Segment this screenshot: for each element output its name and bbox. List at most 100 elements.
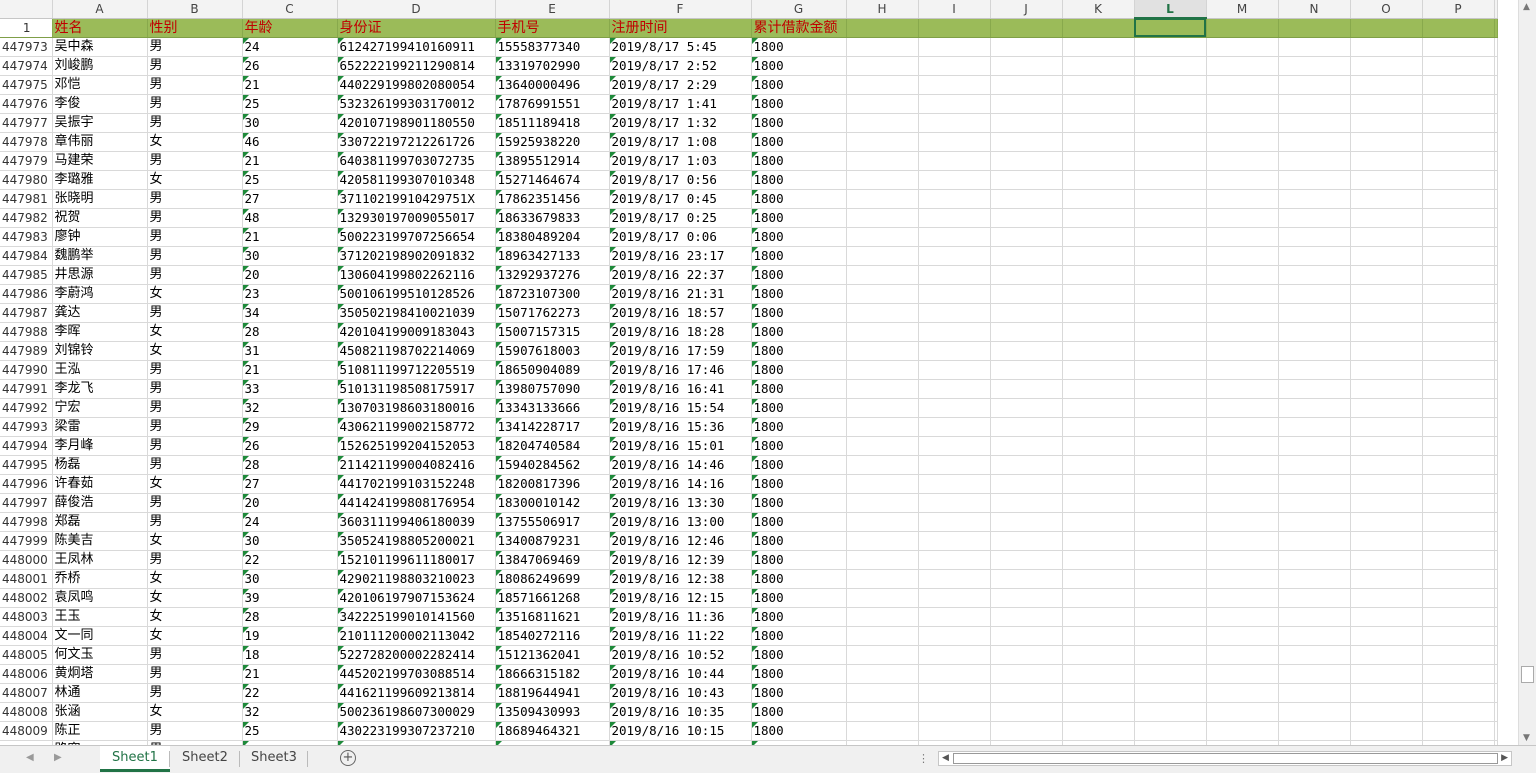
- cell[interactable]: 18963427133: [495, 246, 610, 266]
- cell-empty[interactable]: [1278, 569, 1351, 589]
- cell-empty[interactable]: [1278, 645, 1351, 665]
- cell-empty[interactable]: [846, 94, 919, 114]
- cell-empty[interactable]: [1350, 113, 1423, 133]
- cell[interactable]: 18633679833: [495, 208, 610, 228]
- cell[interactable]: 441424199808176954: [337, 493, 496, 513]
- cell[interactable]: 15071762273: [495, 303, 610, 323]
- cell-empty[interactable]: [1062, 721, 1135, 741]
- cell-empty[interactable]: [1278, 132, 1351, 152]
- cell-empty[interactable]: [1062, 227, 1135, 247]
- cell[interactable]: 420104199009183043: [337, 322, 496, 342]
- cell-empty[interactable]: [918, 113, 991, 133]
- cell[interactable]: 男: [147, 303, 243, 323]
- cell[interactable]: 1800: [751, 569, 847, 589]
- cell-empty[interactable]: [990, 588, 1063, 608]
- cell-empty[interactable]: [1134, 512, 1207, 532]
- row-number[interactable]: 447989: [0, 341, 53, 361]
- cell-empty[interactable]: [918, 189, 991, 209]
- cell-empty[interactable]: [1422, 512, 1495, 532]
- cell-empty[interactable]: [918, 607, 991, 627]
- cell-empty[interactable]: [1422, 531, 1495, 551]
- cell[interactable]: 33: [242, 379, 338, 399]
- cell[interactable]: 1800: [751, 208, 847, 228]
- cell[interactable]: 王玉: [52, 607, 148, 627]
- cell-empty[interactable]: [1278, 436, 1351, 456]
- cell-empty[interactable]: [1134, 56, 1207, 76]
- cell-empty[interactable]: [990, 398, 1063, 418]
- cell[interactable]: 420581199307010348: [337, 170, 496, 190]
- header-cell-empty[interactable]: [1278, 18, 1351, 38]
- cell[interactable]: 男: [147, 721, 243, 741]
- cell-empty[interactable]: [1350, 56, 1423, 76]
- cell[interactable]: 2019/8/17 0:56: [609, 170, 752, 190]
- cell-empty[interactable]: [1494, 303, 1498, 323]
- cell[interactable]: 21: [242, 227, 338, 247]
- cell-empty[interactable]: [1206, 94, 1279, 114]
- cell[interactable]: 17862351456: [495, 189, 610, 209]
- cell-empty[interactable]: [1350, 75, 1423, 95]
- cell-empty[interactable]: [1134, 550, 1207, 570]
- cell-empty[interactable]: [1350, 132, 1423, 152]
- cell-empty[interactable]: [918, 322, 991, 342]
- cell[interactable]: 132930197009055017: [337, 208, 496, 228]
- cell[interactable]: 2019/8/17 2:29: [609, 75, 752, 95]
- cell-empty[interactable]: [990, 322, 1063, 342]
- header-cell[interactable]: 身份证: [337, 18, 496, 38]
- cell-empty[interactable]: [1206, 550, 1279, 570]
- cell-empty[interactable]: [918, 398, 991, 418]
- cell-empty[interactable]: [1350, 436, 1423, 456]
- cell-empty[interactable]: [1494, 550, 1498, 570]
- cell-empty[interactable]: [1350, 550, 1423, 570]
- row-number[interactable]: 447975: [0, 75, 53, 95]
- cell-empty[interactable]: [1062, 607, 1135, 627]
- cell-empty[interactable]: [1278, 607, 1351, 627]
- cell-empty[interactable]: [1350, 208, 1423, 228]
- cell-empty[interactable]: [1278, 531, 1351, 551]
- cell-empty[interactable]: [990, 569, 1063, 589]
- cell-empty[interactable]: [1206, 189, 1279, 209]
- cell[interactable]: 2019/8/16 14:16: [609, 474, 752, 494]
- cell[interactable]: 女: [147, 170, 243, 190]
- cell-empty[interactable]: [1134, 170, 1207, 190]
- cell-empty[interactable]: [1494, 664, 1498, 684]
- cell-empty[interactable]: [1278, 626, 1351, 646]
- cell-empty[interactable]: [1206, 284, 1279, 304]
- cell[interactable]: 吴中森: [52, 37, 148, 57]
- cell[interactable]: 李璐雅: [52, 170, 148, 190]
- cell[interactable]: 1800: [751, 227, 847, 247]
- cell[interactable]: 1800: [751, 417, 847, 437]
- cell[interactable]: 李俊: [52, 94, 148, 114]
- cell-empty[interactable]: [1134, 208, 1207, 228]
- column-header-g[interactable]: G: [751, 0, 847, 19]
- cell-empty[interactable]: [1134, 474, 1207, 494]
- cell-empty[interactable]: [1350, 170, 1423, 190]
- cell-empty[interactable]: [1134, 113, 1207, 133]
- row-number[interactable]: 448001: [0, 569, 53, 589]
- cell-empty[interactable]: [990, 436, 1063, 456]
- cell-empty[interactable]: [1422, 550, 1495, 570]
- cell[interactable]: 30: [242, 113, 338, 133]
- cell[interactable]: 1800: [751, 94, 847, 114]
- cell[interactable]: 29: [242, 417, 338, 437]
- cell[interactable]: 25: [242, 94, 338, 114]
- cell[interactable]: 13980757090: [495, 379, 610, 399]
- cell-empty[interactable]: [1350, 721, 1423, 741]
- cell-empty[interactable]: [918, 75, 991, 95]
- cell-empty[interactable]: [1350, 417, 1423, 437]
- cell-empty[interactable]: [846, 398, 919, 418]
- horizontal-scrollbar[interactable]: ◀ ▶: [938, 751, 1512, 766]
- cell[interactable]: 13640000496: [495, 75, 610, 95]
- cell-empty[interactable]: [846, 493, 919, 513]
- cell[interactable]: 1800: [751, 474, 847, 494]
- cell-empty[interactable]: [1350, 455, 1423, 475]
- cell[interactable]: 420106197907153624: [337, 588, 496, 608]
- cell[interactable]: 24: [242, 512, 338, 532]
- cell-empty[interactable]: [1062, 493, 1135, 513]
- cell-empty[interactable]: [1494, 569, 1498, 589]
- cell[interactable]: 15007157315: [495, 322, 610, 342]
- cell[interactable]: 2019/8/16 18:28: [609, 322, 752, 342]
- cell-empty[interactable]: [1062, 360, 1135, 380]
- cell-empty[interactable]: [1422, 436, 1495, 456]
- cell-empty[interactable]: [1350, 512, 1423, 532]
- cell-empty[interactable]: [1350, 493, 1423, 513]
